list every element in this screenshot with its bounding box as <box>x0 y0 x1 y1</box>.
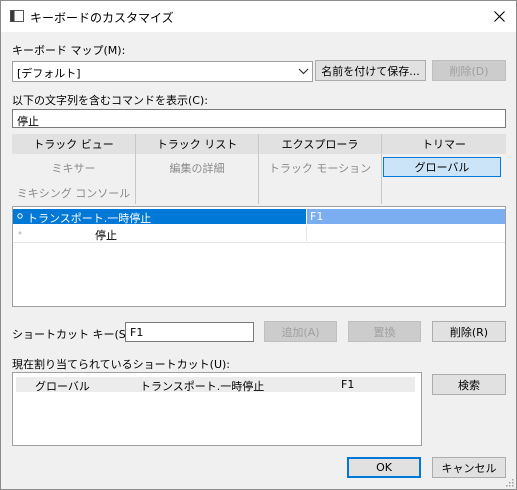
tab-global[interactable]: グローバル <box>383 157 501 177</box>
tab-track-motion[interactable]: トラック モーション <box>259 158 381 178</box>
resize-grip-icon[interactable] <box>504 477 514 487</box>
list-item[interactable]: グローバル トランスポート.一時停止 F1 <box>16 377 415 393</box>
keyboard-map-value: [デフォルト] <box>17 67 81 80</box>
shortcut-key-value: F1 <box>130 326 144 339</box>
command-name: トランスポート.一時停止 <box>27 212 152 225</box>
delete-shortcut-button[interactable]: 削除(R) <box>432 321 506 342</box>
filter-input[interactable]: 停止 <box>12 109 506 128</box>
tree-node-icon <box>18 231 22 235</box>
category-tabs: トラック ビュー トラック リスト エクスプローラ トリマー ミキサー 編集の詳… <box>12 132 506 205</box>
tab-divider <box>135 134 136 204</box>
keyboard-map-label: キーボード マップ(M): <box>12 44 126 57</box>
row-divider <box>13 242 505 243</box>
tab-edit-details[interactable]: 編集の詳細 <box>136 158 258 178</box>
replace-button[interactable]: 置換 <box>348 321 421 342</box>
list-item[interactable]: トランスポート.一時停止 F1 <box>13 209 505 225</box>
assigned-context: グローバル <box>35 380 90 393</box>
close-button[interactable] <box>482 1 516 32</box>
filter-value: 停止 <box>17 115 39 128</box>
delete-map-button[interactable]: 削除(D) <box>432 60 506 81</box>
save-as-button[interactable]: 名前を付けて保存... <box>315 60 426 81</box>
title-bar: キーボードのカスタマイズ <box>1 1 516 32</box>
app-window-icon <box>10 10 24 22</box>
tab-trimmer[interactable]: トリマー <box>382 134 506 154</box>
tab-mixer[interactable]: ミキサー <box>12 158 135 178</box>
assigned-command: トランスポート.一時停止 <box>140 380 265 393</box>
list-item[interactable]: 停止 <box>13 226 505 243</box>
filter-label: 以下の文字列を含むコマンドを表示(C): <box>12 94 208 107</box>
keyboard-map-select[interactable]: [デフォルト] <box>12 61 313 82</box>
tab-divider <box>258 134 259 204</box>
close-icon <box>493 11 505 22</box>
add-button[interactable]: 追加(A) <box>264 321 337 342</box>
dialog-title: キーボードのカスタマイズ <box>30 11 174 25</box>
assigned-shortcuts-list[interactable]: グローバル トランスポート.一時停止 F1 <box>12 372 422 446</box>
command-key: F1 <box>310 210 324 223</box>
tab-divider <box>381 134 382 204</box>
search-button[interactable]: 検索 <box>432 374 506 395</box>
cancel-button[interactable]: キャンセル <box>432 457 506 478</box>
shortcut-key-label: ショートカット キー(S): <box>12 328 134 341</box>
ok-button[interactable]: OK <box>347 457 421 478</box>
tree-node-icon <box>17 213 23 219</box>
tab-track-list[interactable]: トラック リスト <box>136 134 258 154</box>
tab-track-view[interactable]: トラック ビュー <box>12 134 135 154</box>
command-list[interactable]: トランスポート.一時停止 F1 停止 <box>12 206 506 307</box>
assigned-key: F1 <box>341 378 355 391</box>
column-divider <box>306 226 307 241</box>
chevron-down-icon <box>298 68 309 75</box>
command-name: 停止 <box>95 229 117 242</box>
keyboard-customize-dialog: キーボードのカスタマイズ キーボード マップ(M): [デフォルト] 名前を付け… <box>0 0 517 490</box>
shortcut-key-input[interactable]: F1 <box>125 322 254 342</box>
tab-mixing-console[interactable]: ミキシング コンソール <box>12 183 135 203</box>
tab-explorer[interactable]: エクスプローラ <box>259 134 381 154</box>
assigned-label: 現在割り当てられているショートカット(U): <box>12 358 231 371</box>
